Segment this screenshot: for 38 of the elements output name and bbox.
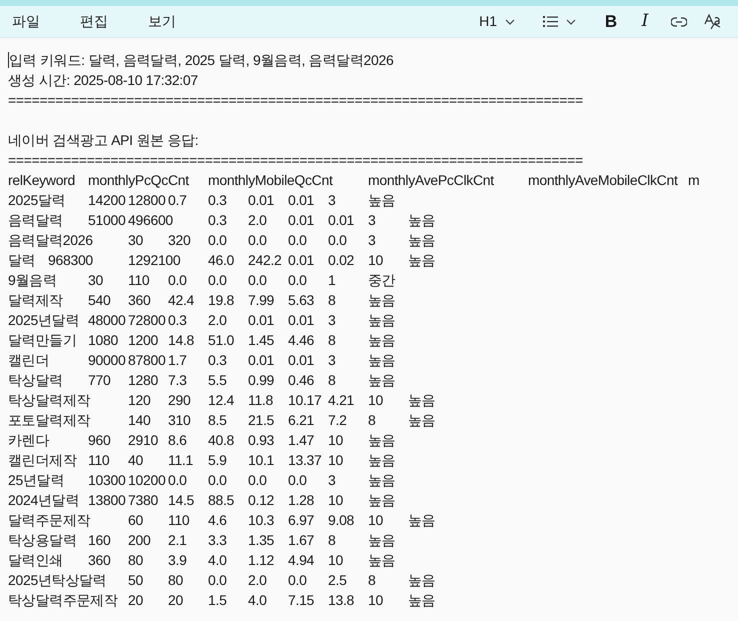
- text-line: 25년달력 10300 10200 0.0 0.0 0.0 0.0 3 높음: [8, 472, 396, 488]
- text-line: 달력만들기 1080 1200 14.8 51.0 1.45 4.46 8 높음: [8, 332, 396, 348]
- text-line: 달력인쇄 360 80 3.9 4.0 1.12 4.94 10 높음: [8, 552, 396, 568]
- menu-item[interactable]: 보기: [142, 8, 182, 35]
- text-line: 9월음력 30 110 0.0 0.0 0.0 0.0 1 중간: [8, 272, 396, 288]
- text-line: 생성 시간: 2025-08-10 17:32:07: [8, 72, 198, 88]
- text-line: 탁상달력제작 120 290 12.4 11.8 10.17 4.21 10 높음: [8, 392, 436, 408]
- text-line: 탁상달력주문제작 20 20 1.5 4.0 7.15 13.8 10 높음: [8, 592, 436, 608]
- text-line: relKeyword monthlyPcQcCnt monthlyMobileQcCnt monthlyAvePcClkCnt monthlyAveMobileClkCnt m: [8, 172, 700, 188]
- text-line: =========================================================================: [8, 152, 583, 168]
- text-line: 달력주문제작 60 110 4.6 10.3 6.97 9.08 10 높음: [8, 512, 436, 528]
- text-line: 음력달력 51000 496600 0.3 2.0 0.01 0.01 3 높음: [8, 212, 436, 228]
- spellcheck-icon: [704, 14, 722, 30]
- text-line: 캘린더제작 110 40 11.1 5.9 10.1 13.37 10 높음: [8, 452, 396, 468]
- bold-button[interactable]: B: [596, 8, 626, 34]
- text-line: 입력 키워드: 달력, 음력달력, 2025 달력, 9월음력, 음력달력2026: [8, 52, 394, 68]
- text-line: 카렌다 960 2910 8.6 40.8 0.93 1.47 10 높음: [8, 432, 396, 448]
- text-line: 2025달력 14200 12800 0.7 0.3 0.01 0.01 3 높음: [8, 192, 396, 208]
- text-line: 음력달력2026 30 320 0.0 0.0 0.0 0.0 3 높음: [8, 232, 436, 248]
- chevron-down-icon: [566, 18, 576, 24]
- chevron-down-icon: [505, 18, 515, 24]
- text-line: 탁상용달력 160 200 2.1 3.3 1.35 1.67 8 높음: [8, 532, 396, 548]
- text-line: 탁상달력 770 1280 7.3 5.5 0.99 0.46 8 높음: [8, 372, 396, 388]
- menu-item[interactable]: 파일: [6, 8, 46, 35]
- text-line: 2025년탁상달력 50 80 0.0 2.0 0.0 2.5 8 높음: [8, 572, 436, 588]
- heading-dropdown[interactable]: H1: [473, 8, 521, 34]
- bulleted-list-icon: [543, 16, 558, 27]
- text-line: 네이버 검색광고 API 원본 응답:: [8, 132, 198, 148]
- text-line: 달력제작 540 360 42.4 19.8 7.99 5.63 8 높음: [8, 292, 396, 308]
- text-line: =========================================================================: [8, 92, 583, 108]
- text-line: 2025년달력 48000 72800 0.3 2.0 0.01 0.01 3 높음: [8, 312, 396, 328]
- text-line: 캘린더 90000 87800 1.7 0.3 0.01 0.01 3 높음: [8, 352, 396, 368]
- text-line: 포토달력제작 140 310 8.5 21.5 6.21 7.2 8 높음: [8, 412, 436, 428]
- menu-item[interactable]: 편집: [74, 8, 114, 35]
- text-line: 달력 968300 1292100 46.0 242.2 0.01 0.02 10 높음: [8, 252, 436, 268]
- italic-button[interactable]: I: [630, 8, 660, 34]
- text-line: 2024년달력 13800 7380 14.5 88.5 0.12 1.28 10 높음: [8, 492, 396, 508]
- link-icon: [671, 16, 687, 26]
